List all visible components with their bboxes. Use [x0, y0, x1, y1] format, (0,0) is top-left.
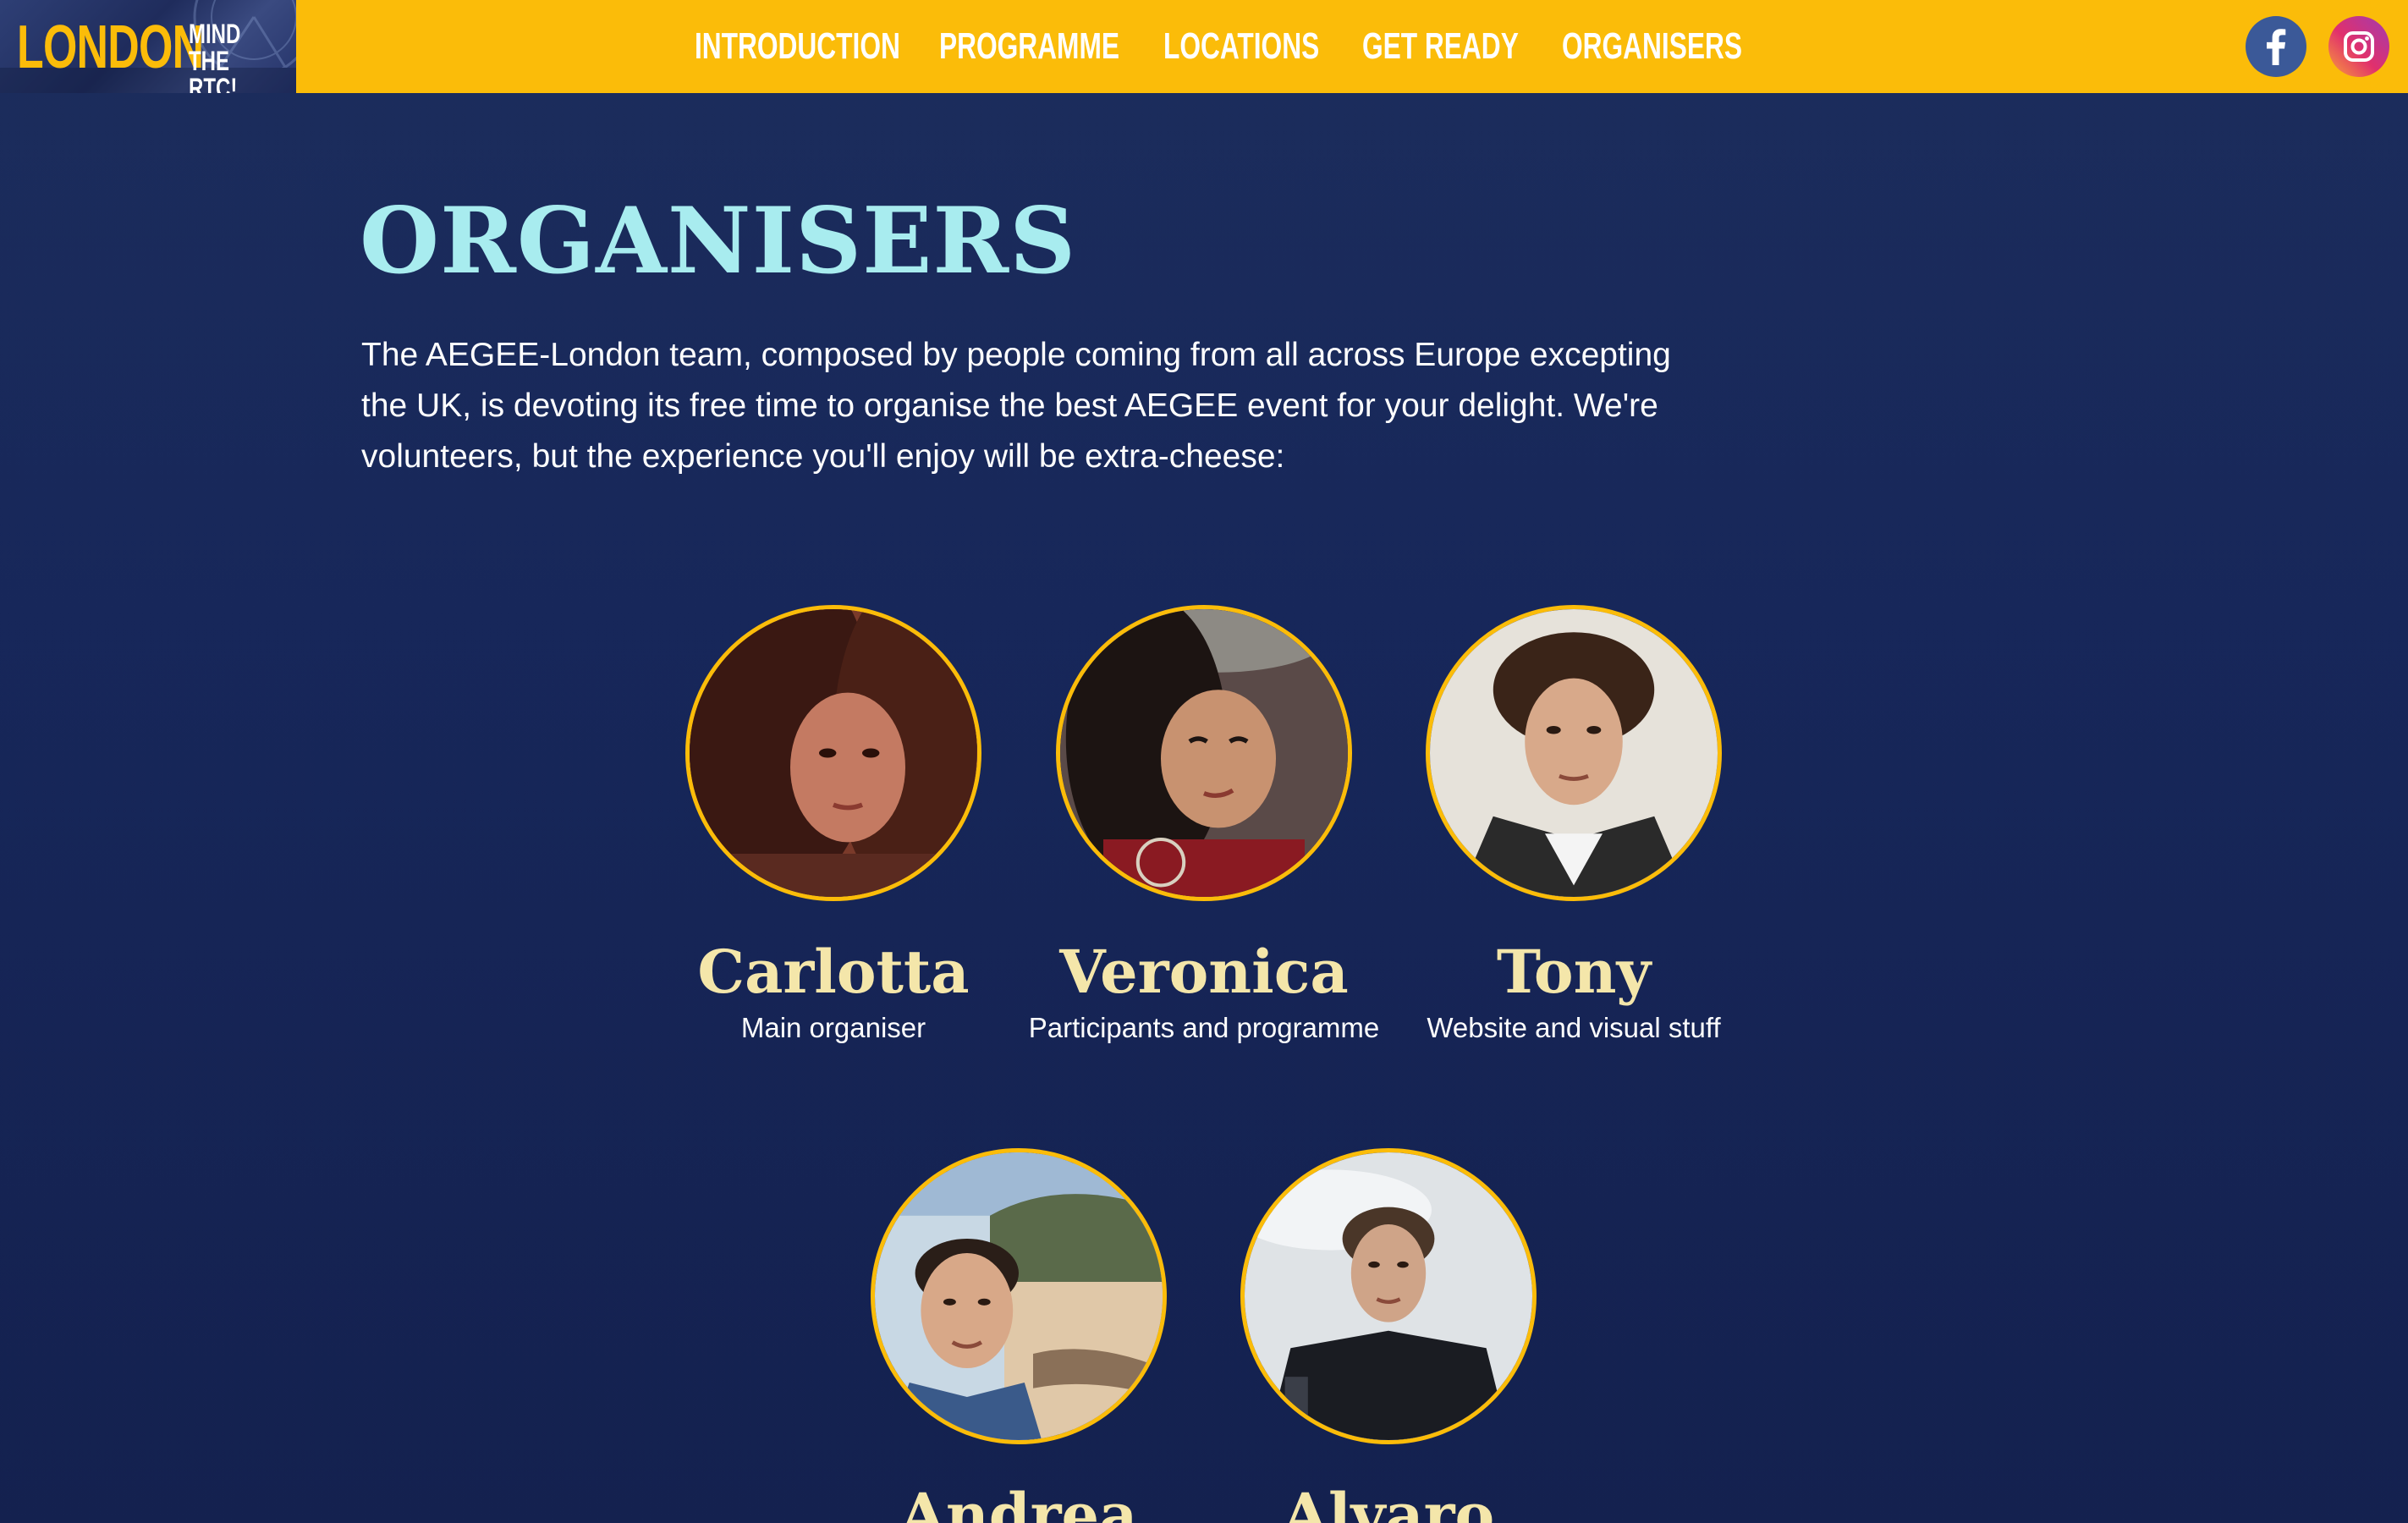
organiser-photo-veronica [1056, 605, 1352, 901]
intro-paragraph: The AEGEE-London team, composed by peopl… [361, 337, 1671, 475]
page-title: ORGANISERS [360, 188, 1077, 294]
organiser-role: Main organiser [740, 1012, 926, 1043]
organiser-name: Andrea [899, 1480, 1138, 1523]
organiser-name: Carlotta [697, 937, 970, 1007]
instagram-icon [2328, 16, 2389, 77]
organiser-card-andrea: Andrea [833, 1148, 1205, 1523]
organiser-photo-alvaro [1240, 1148, 1537, 1444]
organiser-card-alvaro: Alvaro [1202, 1148, 1575, 1523]
organiser-photo-tony [1426, 605, 1722, 901]
nav-link-organisers[interactable]: ORGANISERS [1562, 24, 1742, 69]
organiser-name: Veronica [1059, 937, 1349, 1007]
organiser-card-tony: Tony Website and visual stuff [1388, 605, 1760, 1047]
facebook-link[interactable] [2246, 16, 2306, 77]
facebook-icon [2246, 16, 2306, 77]
nav-link-get-ready[interactable]: GET READY [1362, 24, 1519, 69]
nav-link-introduction[interactable]: INTRODUCTION [695, 24, 900, 69]
organiser-card-carlotta: Carlotta Main organiser [647, 605, 1020, 1047]
organiser-photo-carlotta [685, 605, 981, 901]
organiser-name: Tony [1496, 937, 1652, 1007]
organiser-photo-andrea [871, 1148, 1167, 1444]
organiser-role: Website and visual stuff [1427, 1012, 1721, 1043]
main-nav: INTRODUCTION PROGRAMME LOCATIONS GET REA… [0, 0, 2408, 93]
organiser-name: Alvaro [1282, 1480, 1495, 1523]
nav-link-programme[interactable]: PROGRAMME [939, 24, 1119, 69]
nav-link-locations[interactable]: LOCATIONS [1163, 24, 1319, 69]
organiser-role: Participants and programme [1028, 1012, 1380, 1043]
instagram-link[interactable] [2328, 16, 2389, 77]
top-navbar: LONDON MIND THE RTC! INTRODUCTION PROGRA… [0, 0, 2408, 93]
organiser-card-veronica: Veronica Participants and programme [1018, 605, 1390, 1047]
